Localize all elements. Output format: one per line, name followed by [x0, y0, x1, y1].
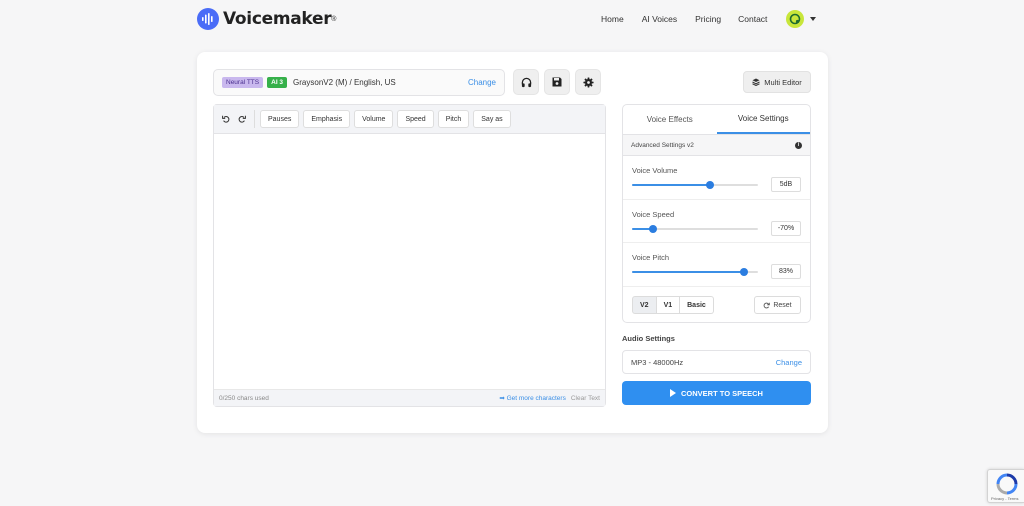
pitch-slider[interactable]: [632, 268, 758, 276]
version-v1-button[interactable]: V1: [656, 296, 681, 314]
caret-down-icon: [810, 17, 816, 21]
recaptcha-icon: [996, 473, 1018, 495]
redo-icon: [238, 115, 246, 123]
undo-icon: [222, 115, 230, 123]
nav-contact[interactable]: Contact: [738, 14, 767, 24]
pitch-value[interactable]: 83%: [771, 264, 801, 279]
speed-button[interactable]: Speed: [397, 110, 434, 128]
char-counter: 0/250 chars used: [219, 394, 269, 402]
reset-button[interactable]: Reset: [754, 296, 801, 314]
editor-toolbar: Pauses Emphasis Volume Speed Pitch Say a…: [214, 105, 605, 134]
tts-card: Neural TTS AI 3 GraysonV2 (M) / English,…: [197, 52, 828, 433]
waveform-icon: [197, 8, 219, 30]
brand-name: Voicemaker: [223, 9, 332, 29]
say-as-button[interactable]: Say as: [473, 110, 511, 128]
gear-icon: [582, 76, 594, 88]
undo-button[interactable]: [219, 111, 233, 127]
pitch-label: Voice Pitch: [632, 253, 670, 262]
ai-version-badge: AI 3: [267, 77, 288, 88]
user-menu[interactable]: [786, 10, 816, 28]
audio-settings-title: Audio Settings: [622, 334, 675, 343]
preview-voice-button[interactable]: [513, 69, 539, 95]
change-voice-link[interactable]: Change: [468, 78, 496, 87]
brand-logo[interactable]: Voicemaker ®: [197, 8, 336, 30]
volume-slider-thumb[interactable]: [706, 181, 715, 189]
audio-format-value: MP3 - 48000Hz: [631, 357, 684, 367]
pitch-slider-row: Voice Pitch 83%: [623, 243, 810, 287]
pitch-slider-fill: [632, 271, 745, 273]
change-audio-link[interactable]: Change: [776, 358, 802, 367]
refresh-icon: [763, 302, 771, 308]
toolbar-divider: [254, 110, 255, 128]
speed-slider-row: Voice Speed -70%: [623, 200, 810, 243]
headphones-icon: [521, 77, 531, 87]
speed-value[interactable]: -70%: [771, 220, 801, 236]
advanced-settings-label: Advanced Settings v2: [631, 141, 694, 149]
version-basic-button[interactable]: Basic: [680, 296, 714, 314]
advanced-settings-header: Advanced Settings v2 i: [623, 135, 810, 156]
main-nav: Home AI Voices Pricing Contact: [601, 14, 767, 24]
tab-voice-settings[interactable]: Voice Settings: [716, 105, 810, 134]
volume-button[interactable]: Volume: [354, 110, 394, 128]
recaptcha-badge[interactable]: Privacy - Terms: [987, 469, 1024, 503]
volume-slider-fill: [632, 184, 711, 186]
clear-text-button[interactable]: Clear Text: [571, 395, 600, 402]
voice-selector[interactable]: Neural TTS AI 3 GraysonV2 (M) / English,…: [213, 69, 505, 96]
nav-home[interactable]: Home: [601, 14, 624, 24]
volume-slider-row: Voice Volume 5dB: [623, 156, 810, 200]
multi-editor-label: Multi Editor: [764, 77, 802, 87]
pitch-slider-thumb[interactable]: [740, 268, 749, 276]
convert-label: CONVERT TO SPEECH: [681, 388, 763, 398]
volume-label: Voice Volume: [632, 166, 678, 175]
layers-icon: [752, 78, 760, 86]
pauses-button[interactable]: Pauses: [260, 110, 300, 128]
speed-slider-thumb[interactable]: [649, 224, 658, 233]
text-editor: Pauses Emphasis Volume Speed Pitch Say a…: [213, 104, 606, 407]
settings-tabs: Voice Effects Voice Settings: [623, 105, 810, 135]
avatar: [786, 10, 804, 28]
convert-to-speech-button[interactable]: CONVERT TO SPEECH: [622, 381, 811, 405]
editor-footer: 0/250 chars used ➡ Get more characters C…: [214, 389, 605, 406]
floppy-disk-icon: [552, 77, 562, 87]
multi-editor-button[interactable]: Multi Editor: [743, 71, 811, 93]
settings-button[interactable]: [575, 69, 601, 95]
neural-tts-badge: Neural TTS: [222, 77, 264, 88]
volume-value[interactable]: 5dB: [771, 177, 801, 192]
reset-label: Reset: [773, 301, 792, 309]
pitch-button[interactable]: Pitch: [437, 110, 470, 128]
text-input-area[interactable]: [214, 135, 605, 389]
recaptcha-links[interactable]: Privacy - Terms: [991, 496, 1018, 501]
get-more-characters-link[interactable]: ➡ Get more characters: [499, 394, 566, 402]
speed-slider[interactable]: [632, 224, 758, 233]
emphasis-button[interactable]: Emphasis: [303, 110, 351, 128]
nav-pricing[interactable]: Pricing: [695, 14, 721, 24]
redo-button[interactable]: [235, 111, 249, 127]
audio-format-selector[interactable]: MP3 - 48000Hz Change: [622, 350, 811, 374]
selected-voice-name: GraysonV2 (M) / English, US: [293, 78, 396, 87]
nav-ai-voices[interactable]: AI Voices: [642, 14, 677, 24]
info-icon[interactable]: i: [795, 141, 802, 149]
registered-mark: ®: [331, 15, 337, 23]
volume-slider[interactable]: [632, 181, 758, 189]
voice-settings-panel: Voice Effects Voice Settings Advanced Se…: [622, 104, 811, 323]
version-v2-button[interactable]: V2: [632, 296, 657, 314]
user-avatar-icon: [789, 13, 801, 25]
save-button[interactable]: [544, 69, 570, 95]
tab-voice-effects[interactable]: Voice Effects: [623, 105, 717, 134]
speed-label: Voice Speed: [632, 209, 675, 219]
engine-version-group: V2 V1 Basic: [632, 296, 714, 314]
top-navbar: Voicemaker ® Home AI Voices Pricing Cont…: [0, 0, 1024, 40]
play-icon: [670, 389, 677, 397]
